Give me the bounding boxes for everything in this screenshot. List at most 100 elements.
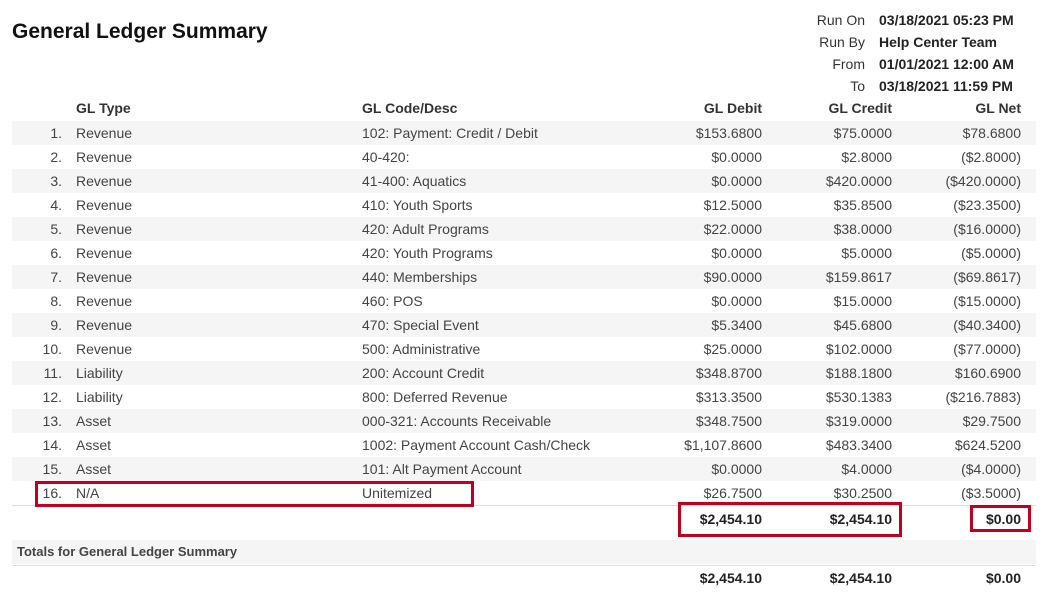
totals-divider [12,565,1036,566]
row-net: ($77.0000) [953,341,1021,357]
row-type: Revenue [76,269,133,285]
table-row: 9. Revenue 470: Special Event $5.3400 $4… [12,313,1036,337]
row-type: Asset [76,461,112,477]
row-net: ($5.0000) [961,245,1021,261]
row-net: ($3.5000) [961,485,1021,501]
row-net: $78.6800 [962,125,1021,141]
row-number: 7. [50,269,62,285]
grand-total-net: $0.00 [985,570,1021,586]
table-row: 2. Revenue 40-420: $0.0000 $2.8000 ($2.8… [12,145,1036,169]
row-code: 500: Administrative [362,341,481,357]
row-debit: $348.7500 [695,413,762,429]
row-net: ($40.3400) [953,317,1021,333]
meta-value: 03/18/2021 11:59 PM [879,78,1013,94]
row-number: 9. [50,317,62,333]
row-number: 11. [43,365,62,381]
meta-label: From [832,56,865,72]
report-title: General Ledger Summary [12,20,268,43]
row-credit: $4.0000 [841,461,892,477]
row-credit: $188.1800 [825,365,892,381]
row-number: 14. [42,437,62,453]
row-code: 1002: Payment Account Cash/Check [362,437,591,453]
row-credit: $159.8617 [825,269,892,285]
row-code: 420: Youth Programs [362,245,493,261]
table-row: 5. Revenue 420: Adult Programs $22.0000 … [12,217,1036,241]
row-credit: $15.0000 [833,293,892,309]
row-type: Revenue [76,245,133,261]
row-debit: $25.0000 [703,341,762,357]
row-debit: $1,107.8600 [684,437,762,453]
table-row: 6. Revenue 420: Youth Programs $0.0000 $… [12,241,1036,265]
row-net: ($4.0000) [961,461,1021,477]
row-net: $624.5200 [954,437,1021,453]
row-debit: $90.0000 [703,269,762,285]
row-debit: $313.3500 [695,389,762,405]
header-gl-credit: GL Credit [828,100,892,116]
row-type: Revenue [76,149,133,165]
report-meta: Run On 03/18/2021 05:23 PM Run By Help C… [805,9,1015,97]
totals-section: Totals for General Ledger Summary [12,540,1036,564]
grand-total-credit: $2,454.10 [829,570,892,586]
row-number: 4. [50,197,62,213]
row-type: Revenue [76,125,133,141]
header-gl-debit: GL Debit [703,100,762,116]
row-net: ($15.0000) [953,293,1021,309]
row-code: 470: Special Event [362,317,479,333]
row-code: 460: POS [362,293,423,309]
row-credit: $38.0000 [833,221,892,237]
row-number: 8. [50,293,62,309]
row-net: ($69.8617) [953,269,1021,285]
meta-value: 01/01/2021 12:00 AM [879,56,1014,72]
grand-total-debit: $2,454.10 [699,570,762,586]
row-credit: $5.0000 [841,245,892,261]
row-credit: $30.2500 [833,485,892,501]
row-net: $160.6900 [954,365,1021,381]
highlight-subtotal-net [970,505,1031,532]
row-credit: $102.0000 [825,341,892,357]
row-number: 10. [42,341,62,357]
row-number: 1. [50,125,62,141]
meta-label: Run On [816,12,865,28]
row-number: 5. [50,221,62,237]
row-number: 12. [42,389,62,405]
row-type: Asset [76,437,112,453]
row-type: Asset [76,413,112,429]
row-debit: $12.5000 [703,197,762,213]
row-debit: $5.3400 [711,317,762,333]
totals-label: Totals for General Ledger Summary [17,544,238,559]
row-type: Liability [76,365,123,381]
row-debit: $153.6800 [695,125,762,141]
row-debit: $0.0000 [711,173,762,189]
row-code: 440: Memberships [362,269,478,285]
row-type: Revenue [76,317,133,333]
row-code: 000-321: Accounts Receivable [362,413,552,429]
row-type: Revenue [76,173,133,189]
table-row: 13. Asset 000-321: Accounts Receivable $… [12,409,1036,433]
meta-value: 03/18/2021 05:23 PM [879,12,1014,28]
row-net: ($216.7883) [945,389,1021,405]
row-credit: $530.1383 [825,389,892,405]
row-type: Revenue [76,221,133,237]
table-row: 11. Liability 200: Account Credit $348.8… [12,361,1036,385]
row-type: Liability [76,389,123,405]
row-number: 3. [50,173,62,189]
row-code: 40-420: [362,149,410,165]
row-code: 420: Adult Programs [362,221,489,237]
header-gl-code: GL Code/Desc [362,100,458,116]
meta-run-on: Run On 03/18/2021 05:23 PM [805,9,1015,31]
row-type: Revenue [76,293,133,309]
table-row: 10. Revenue 500: Administrative $25.0000… [12,337,1036,361]
table-row: 7. Revenue 440: Memberships $90.0000 $15… [12,265,1036,289]
row-debit: $0.0000 [711,149,762,165]
row-code: 41-400: Aquatics [362,173,467,189]
meta-label: To [850,78,865,94]
row-net: ($16.0000) [953,221,1021,237]
row-credit: $319.0000 [825,413,892,429]
row-debit: $22.0000 [703,221,762,237]
table-row: 4. Revenue 410: Youth Sports $12.5000 $3… [12,193,1036,217]
highlight-subtotal-debit-credit [678,502,902,537]
row-code: 200: Account Credit [362,365,485,381]
table-row: 14. Asset 1002: Payment Account Cash/Che… [12,433,1036,457]
row-net: ($23.3500) [953,197,1021,213]
row-credit: $483.3400 [825,437,892,453]
